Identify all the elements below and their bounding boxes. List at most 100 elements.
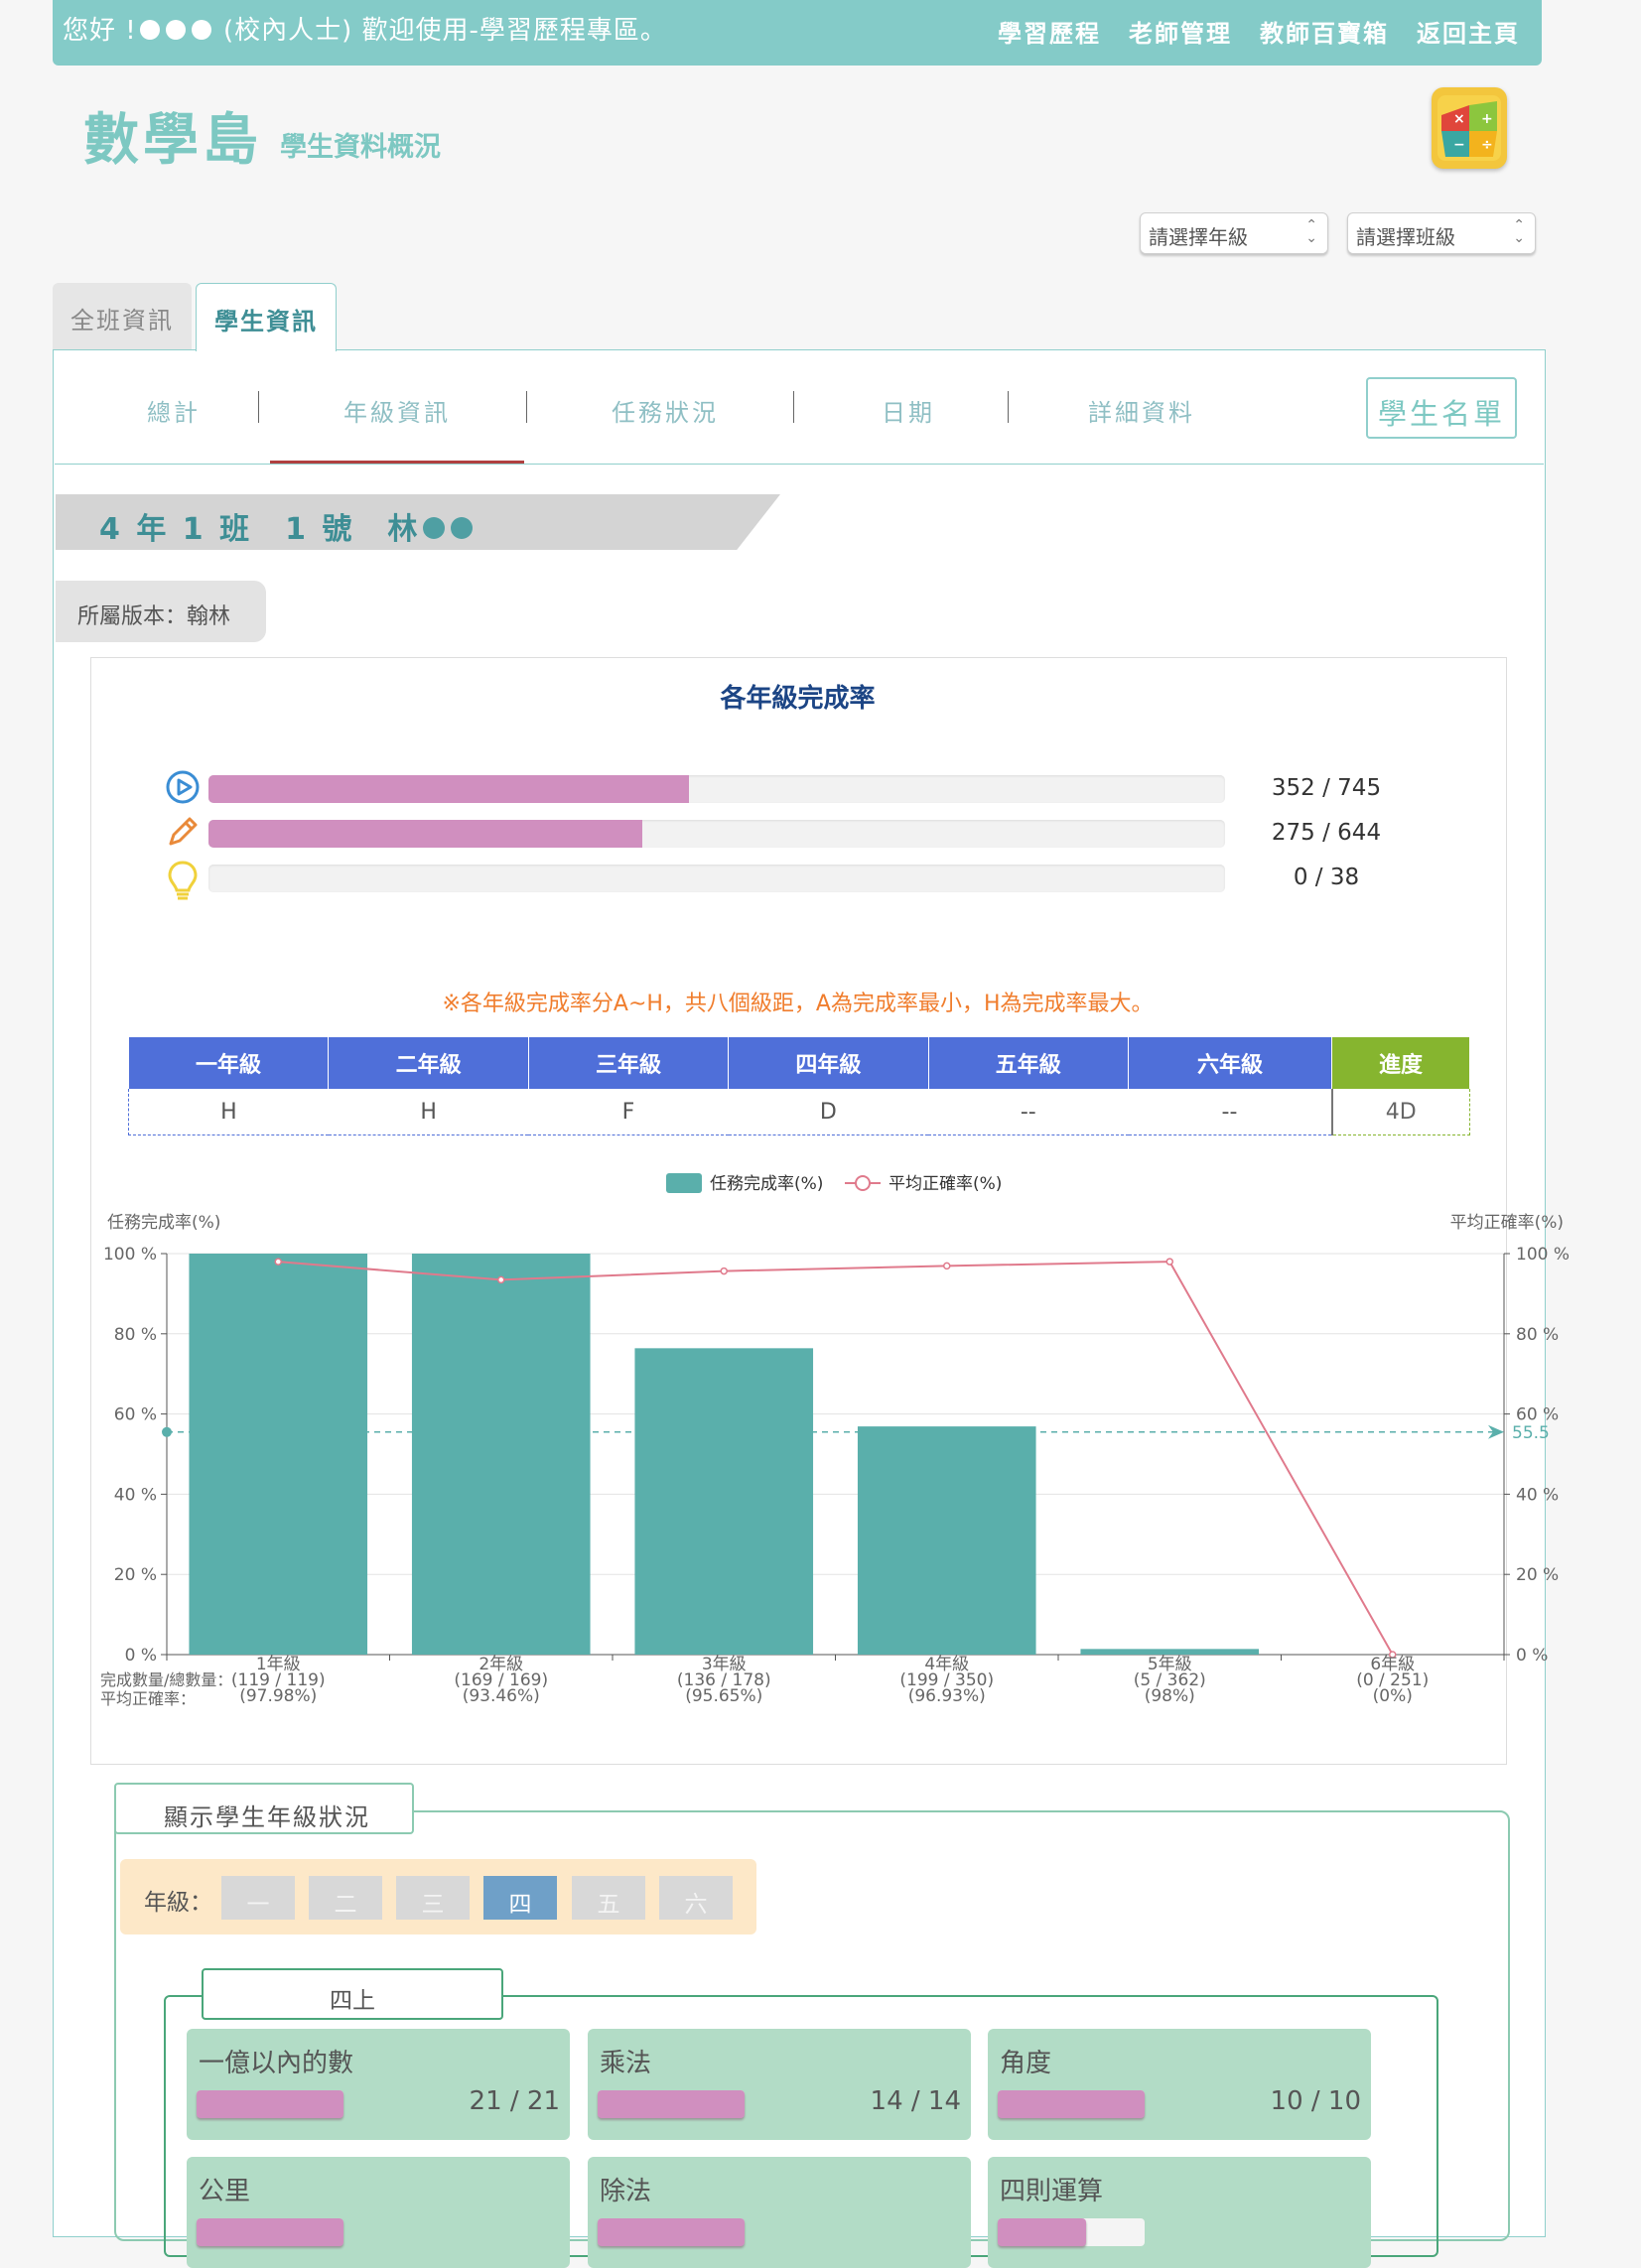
reference-line-start <box>162 1426 172 1437</box>
progress-row-practice: 275 / 644 <box>165 814 1381 848</box>
unit-count: 10 / 10 <box>1270 2086 1361 2116</box>
unit-card[interactable]: 一億以內的數 21 / 21 <box>187 2029 570 2140</box>
unit-name: 四則運算 <box>1000 2177 1104 2206</box>
video-play-icon <box>166 770 200 804</box>
accuracy-label: (97.98%) <box>239 1686 317 1706</box>
unit-progress-track <box>197 2218 343 2246</box>
grade-level-cell: H <box>127 1089 329 1135</box>
tab-class-info[interactable]: 全班資訊 <box>53 283 192 350</box>
accuracy-point <box>943 1262 951 1270</box>
subnav-total[interactable]: 總計 <box>114 393 233 428</box>
masked-char <box>191 20 211 40</box>
subnav-date[interactable]: 日期 <box>849 393 968 428</box>
unit-card[interactable]: 角度 10 / 10 <box>988 2029 1371 2140</box>
progress-track <box>208 820 1225 848</box>
grade-button-3[interactable]: 三 <box>396 1876 470 1920</box>
grade-level-cell: H <box>328 1089 529 1135</box>
grade-header: 四年級 <box>728 1037 929 1089</box>
y-tick-label-left: 100 % <box>103 1245 157 1265</box>
progress-fill <box>208 775 689 803</box>
grade-button-4[interactable]: 四 <box>483 1876 557 1920</box>
select-arrows-icon: ⌃ ⌄ <box>1513 217 1525 246</box>
student-name: 4 年 1 班 1 號 林 <box>99 504 476 548</box>
y-axis-title-left: 任務完成率(%) <box>107 1213 220 1233</box>
subnav-task-status[interactable]: 任務狀況 <box>581 393 750 428</box>
lightbulb-icon <box>168 861 198 900</box>
y-tick-label-left: 0 % <box>125 1646 157 1666</box>
unit-progress-fill <box>998 2090 1145 2118</box>
y-tick-label-left: 20 % <box>114 1565 157 1585</box>
unit-card[interactable]: 四則運算 <box>988 2157 1371 2268</box>
pencil-icon <box>169 817 198 846</box>
unit-progress-track <box>998 2090 1145 2118</box>
accuracy-label: (0%) <box>1373 1686 1413 1706</box>
progress-header: 進度 <box>1331 1037 1470 1089</box>
grade-header: 三年級 <box>528 1037 730 1089</box>
y-tick-label-right: 40 % <box>1516 1485 1559 1505</box>
nav-home[interactable]: 返回主頁 <box>1417 14 1520 49</box>
svg-text:+: + <box>1481 111 1493 127</box>
reference-line-label: 55.5 <box>1512 1423 1550 1443</box>
y-tick-label-right: 20 % <box>1516 1565 1559 1585</box>
grade-level-cell: F <box>528 1089 729 1135</box>
textbook-edition: 所屬版本：翰林 <box>56 581 266 642</box>
unit-count: 14 / 14 <box>870 2086 961 2116</box>
subnav-grade-info[interactable]: 年級資訊 <box>313 393 481 428</box>
unit-progress-fill <box>998 2218 1086 2246</box>
nav-teacher-admin[interactable]: 老師管理 <box>1129 14 1232 49</box>
grade-level-cell: -- <box>1128 1089 1332 1135</box>
unit-card[interactable]: 乘法 14 / 14 <box>588 2029 971 2140</box>
masked-char <box>423 517 446 539</box>
legend-line-marker <box>855 1175 871 1191</box>
unit-progress-fill <box>197 2218 343 2246</box>
nav-teacher-toolbox[interactable]: 教師百寶箱 <box>1260 14 1389 49</box>
student-roster-button[interactable]: 學生名單 <box>1366 377 1517 439</box>
math-island-logo-icon[interactable]: × + − ÷ <box>1432 87 1507 169</box>
progress-track <box>208 865 1225 892</box>
masked-char <box>165 20 186 40</box>
subnav-details[interactable]: 詳細資料 <box>1057 393 1226 428</box>
completion-title: 各年級完成率 <box>720 684 876 714</box>
y-tick-label-left: 60 % <box>114 1405 157 1425</box>
accuracy-label: (93.46%) <box>463 1686 540 1706</box>
progress-count: 0 / 38 <box>1293 865 1360 890</box>
sub-nav: 總計 年級資訊 任務狀況 日期 詳細資料 <box>55 377 1345 465</box>
grade-button-5[interactable]: 五 <box>572 1876 645 1920</box>
tab-student-info[interactable]: 學生資訊 <box>196 283 337 351</box>
grade-button-2[interactable]: 二 <box>309 1876 382 1920</box>
accuracy-point <box>274 1258 282 1266</box>
accuracy-label: (96.93%) <box>908 1686 986 1706</box>
progress-row-video: 352 / 745 <box>165 769 1381 804</box>
legend-label: 平均正確率(%) <box>889 1174 1002 1194</box>
grade-button-1[interactable]: 一 <box>221 1876 295 1920</box>
unit-progress-fill <box>598 2090 745 2118</box>
grade-scale-note: ※各年級完成率分A~H，共八個級距，A為完成率最小，H為完成率最大。 <box>442 992 1154 1016</box>
progress-track <box>208 775 1225 803</box>
top-bar: 您好 ! (校內人士) 歡迎使用-學習歷程專區。 學習歷程 老師管理 教師百寶箱… <box>53 0 1542 66</box>
divider <box>793 391 794 423</box>
unit-name: 一億以內的數 <box>199 2049 354 2078</box>
legend-bar-swatch <box>666 1173 702 1193</box>
brand-subtitle: 學生資料概況 <box>280 132 441 163</box>
grade-button-6[interactable]: 六 <box>659 1876 733 1920</box>
progress-fill <box>208 820 643 848</box>
bar <box>634 1348 814 1655</box>
unit-name: 乘法 <box>600 2049 652 2078</box>
unit-progress-track <box>197 2090 343 2118</box>
row-label-accuracy: 平均正確率： <box>100 1689 196 1708</box>
student-name-text: 4 年 1 班 1 號 林 <box>99 512 421 547</box>
svg-text:−: − <box>1453 137 1465 153</box>
unit-card[interactable]: 公里 <box>187 2157 570 2268</box>
progress-count: 352 / 745 <box>1271 775 1382 801</box>
divider <box>1008 391 1009 423</box>
grade-level-cell: -- <box>928 1089 1129 1135</box>
grade-select[interactable]: 請選擇年級 ⌃ ⌄ <box>1140 212 1328 254</box>
unit-card[interactable]: 除法 <box>588 2157 971 2268</box>
unit-progress-track <box>998 2218 1145 2246</box>
class-select[interactable]: 請選擇班級 ⌃ ⌄ <box>1347 212 1536 254</box>
grade-header: 五年級 <box>928 1037 1130 1089</box>
nav-learning-history[interactable]: 學習歷程 <box>998 14 1101 49</box>
y-tick-label-left: 80 % <box>114 1325 157 1345</box>
masked-char <box>139 20 160 40</box>
select-arrows-icon: ⌃ ⌄ <box>1305 217 1317 246</box>
